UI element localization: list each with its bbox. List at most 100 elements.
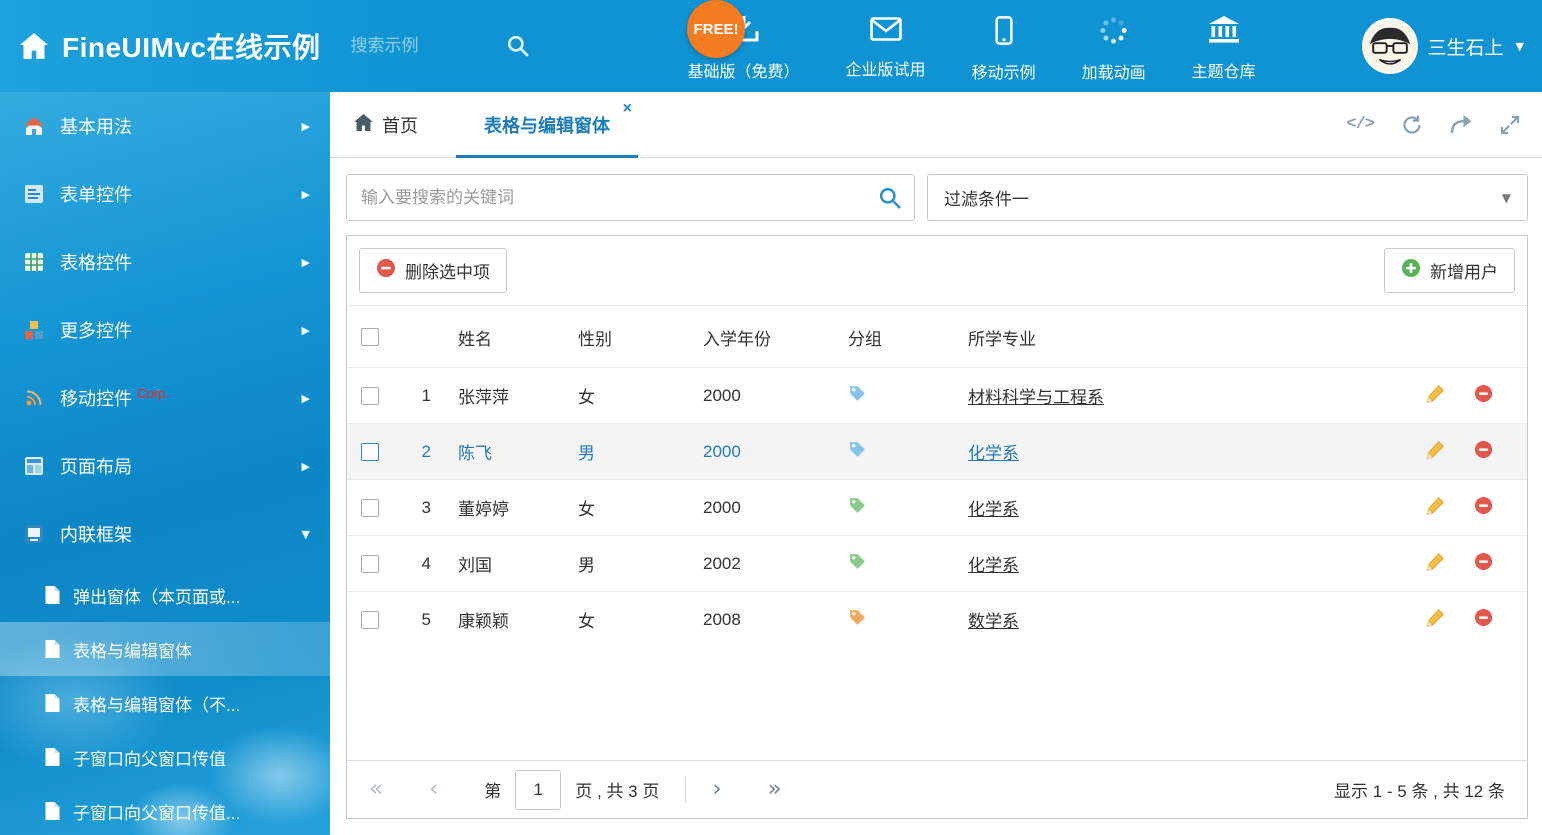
sidebar: 基本用法 ▶ 表单控件 ▶ 表格控件 ▶ 更多控件 ▶ [0,92,330,835]
tab-label: 表格与编辑窗体 [484,112,610,138]
sidebar-subitem-label: 弹出窗体（本页面或... [73,583,240,608]
app-title: FineUIMvc在线示例 [62,26,321,66]
row-number: 3 [393,480,443,536]
home-icon[interactable] [20,33,48,59]
name-cell: 刘国 [443,536,563,592]
tag-icon [848,552,867,571]
expand-icon[interactable] [1500,115,1520,135]
tag-icon [848,384,867,403]
column-header-group: 分组 [833,306,953,368]
header-nav-enterprise-trial[interactable]: 企业版试用 [846,16,926,80]
sidebar-item-grid-controls[interactable]: 表格控件 ▶ [0,228,330,296]
last-page-icon[interactable]: » [768,778,782,801]
year-cell: 2002 [688,536,833,592]
add-user-button[interactable]: 新增用户 [1384,248,1515,293]
table-row[interactable]: 4 刘国 男 2002 化学系 [347,536,1527,592]
header: FineUIMvc在线示例 FREE! 基础版（免费） 企业版试用 [0,0,1542,92]
major-link[interactable]: 化学系 [968,556,1019,575]
delete-icon[interactable] [1474,384,1493,408]
search-icon[interactable] [507,35,529,57]
mobile-icon [995,16,1013,50]
row-checkbox[interactable] [361,555,379,573]
sidebar-subitem-child-to-parent-2[interactable]: 子窗口向父窗口传值... [0,784,330,835]
delete-icon[interactable] [1474,440,1493,464]
refresh-icon[interactable] [1402,115,1422,135]
sidebar-item-page-layout[interactable]: 页面布局 ▶ [0,432,330,500]
frame-icon [22,525,46,543]
sidebar-item-basic-usage[interactable]: 基本用法 ▶ [0,92,330,160]
sidebar-subitem-popup-window[interactable]: 弹出窗体（本页面或... [0,568,330,622]
edit-icon[interactable] [1426,496,1445,520]
major-link[interactable]: 化学系 [968,444,1019,463]
prev-page-icon[interactable]: ‹ [429,778,438,801]
gender-cell: 男 [563,424,688,480]
avatar [1362,18,1418,74]
share-icon[interactable] [1450,115,1472,134]
spinner-icon [1099,16,1128,50]
grid-toolbar: 删除选中项 新增用户 [347,236,1527,306]
tab-home[interactable]: 首页 [348,92,424,157]
edit-icon[interactable] [1426,608,1445,632]
header-nav-theme-store[interactable]: 主题仓库 [1192,16,1256,82]
grid-search-input[interactable] [347,175,914,220]
sidebar-subitem-label: 子窗口向父窗口传值... [73,799,240,824]
chevron-right-icon: ▶ [302,392,310,405]
tab-grid-edit-window[interactable]: 表格与编辑窗体 × [456,92,638,157]
major-link[interactable]: 数学系 [968,612,1019,631]
sidebar-item-mobile-controls[interactable]: 移动控件 Corp. ▶ [0,364,330,432]
major-link[interactable]: 材料科学与工程系 [968,388,1104,407]
table-row[interactable]: 1 张萍萍 女 2000 材料科学与工程系 [347,368,1527,424]
name-cell: 康颖颖 [443,592,563,648]
user-name: 三生石上 [1428,33,1504,60]
header-nav: 基础版（免费） 企业版试用 移动示例 [688,16,1256,83]
row-checkbox[interactable] [361,443,379,461]
code-icon[interactable]: </> [1346,115,1374,134]
row-checkbox[interactable] [361,387,379,405]
filter-dropdown[interactable]: 过滤条件一 ▼ [927,174,1528,221]
chevron-right-icon: ▶ [302,188,310,201]
table-row[interactable]: 2 陈飞 男 2000 化学系 [347,424,1527,480]
header-search-input[interactable] [351,36,501,56]
sidebar-subitem-label: 表格与编辑窗体 [73,637,192,662]
row-checkbox[interactable] [361,499,379,517]
sidebar-item-more-controls[interactable]: 更多控件 ▶ [0,296,330,364]
button-label: 删除选中项 [405,258,490,283]
select-all-checkbox[interactable] [361,328,379,346]
header-nav-loading-animation[interactable]: 加载动画 [1082,16,1146,83]
sidebar-subitem-grid-edit-window[interactable]: 表格与编辑窗体 [0,622,330,676]
user-menu[interactable]: 三生石上 ▼ [1362,18,1524,74]
name-cell: 陈飞 [443,424,563,480]
sidebar-item-form-controls[interactable]: 表单控件 ▶ [0,160,330,228]
delete-icon[interactable] [1474,608,1493,632]
tab-bar: 首页 表格与编辑窗体 × </> [330,92,1542,158]
chevron-right-icon: ▶ [302,324,310,337]
edit-icon[interactable] [1426,552,1445,576]
table-row[interactable]: 3 董婷婷 女 2000 化学系 [347,480,1527,536]
row-number: 2 [393,424,443,480]
caret-down-icon: ▼ [302,528,310,541]
sidebar-subitem-child-to-parent[interactable]: 子窗口向父窗口传值 [0,730,330,784]
next-page-icon[interactable]: › [712,778,721,801]
edit-icon[interactable] [1426,384,1445,408]
delete-icon[interactable] [1474,496,1493,520]
major-link[interactable]: 化学系 [968,500,1019,519]
sidebar-item-label: 移动控件 [60,385,132,411]
table-row[interactable]: 5 康颖颖 女 2008 数学系 [347,592,1527,648]
nav-label: 主题仓库 [1192,58,1256,82]
delete-selected-button[interactable]: 删除选中项 [359,248,507,293]
row-checkbox[interactable] [361,611,379,629]
sidebar-subitem-label: 子窗口向父窗口传值 [73,745,226,770]
sidebar-subitem-grid-edit-window-2[interactable]: 表格与编辑窗体（不... [0,676,330,730]
close-icon[interactable]: × [623,101,632,117]
edit-icon[interactable] [1426,440,1445,464]
column-header-year: 入学年份 [688,306,833,368]
first-page-icon[interactable]: « [369,778,383,801]
delete-icon[interactable] [1474,552,1493,576]
form-icon [22,185,46,203]
envelope-icon [870,16,902,47]
header-nav-mobile-demo[interactable]: 移动示例 [972,16,1036,83]
sidebar-item-inline-frame[interactable]: 内联框架 ▼ [0,500,330,568]
column-header-index [393,306,443,368]
page-number-input[interactable] [515,770,561,810]
search-icon[interactable] [879,187,901,214]
